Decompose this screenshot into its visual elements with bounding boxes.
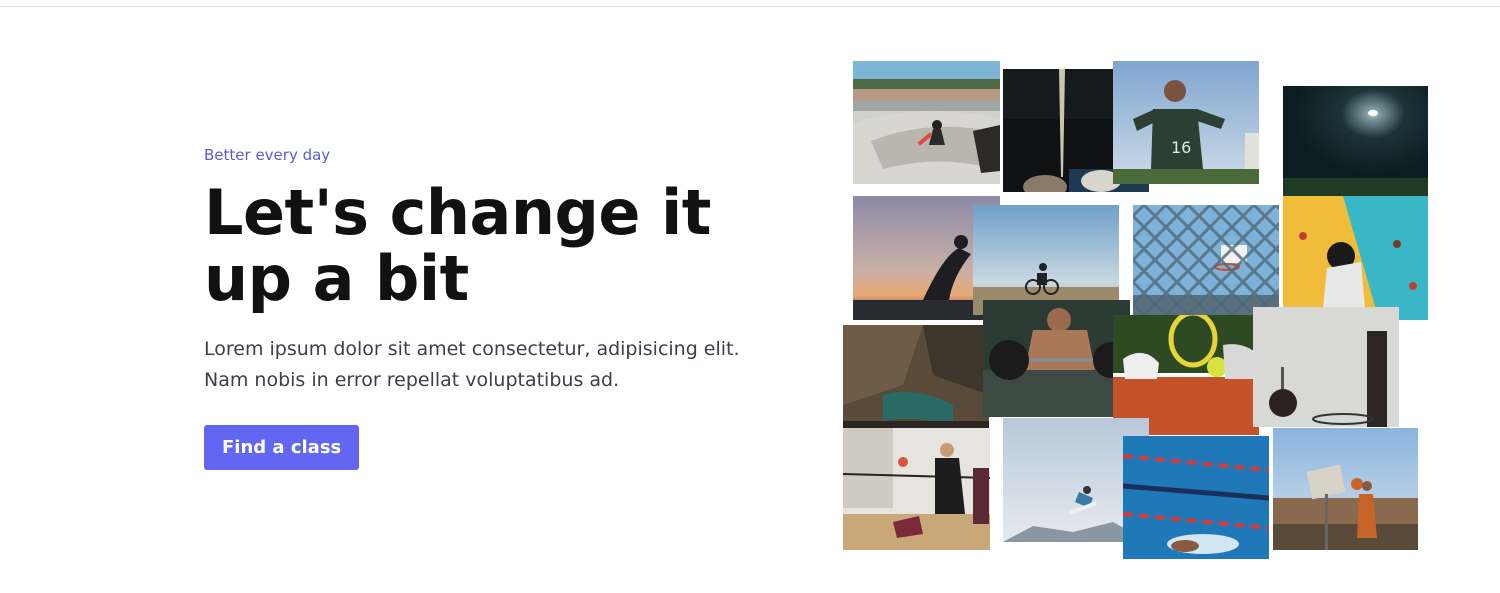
find-a-class-button[interactable]: Find a class bbox=[204, 425, 360, 470]
night-field-photo bbox=[1283, 86, 1428, 197]
hero-description: Lorem ipsum dolor sit amet consectetur, … bbox=[204, 338, 740, 391]
rock-shoes-photo bbox=[843, 325, 989, 435]
cyclist-photo bbox=[973, 205, 1119, 315]
hero-headline: Let's change it up a bit bbox=[204, 176, 711, 315]
climbing-wall-photo bbox=[1283, 196, 1428, 320]
basketball-fence-photo bbox=[1133, 205, 1279, 315]
swimming-photo bbox=[1123, 436, 1269, 559]
soccer-player-photo: 16 bbox=[1113, 61, 1259, 184]
landing-page: Better every day Let's change it up a bi… bbox=[0, 0, 1500, 593]
streetball-photo bbox=[1273, 428, 1418, 550]
svg-text:16: 16 bbox=[1171, 138, 1191, 157]
tennis-photo bbox=[1113, 315, 1259, 435]
hero-text-block: Better every day Let's change it up a bi… bbox=[204, 144, 804, 470]
skatepark-photo bbox=[853, 61, 1000, 184]
weightlifting-photo bbox=[983, 300, 1130, 417]
volleyball-photo bbox=[843, 428, 990, 550]
top-divider bbox=[0, 6, 1500, 7]
basketball-hoop-photo bbox=[1253, 307, 1399, 427]
hero-eyebrow: Better every day bbox=[204, 146, 331, 164]
